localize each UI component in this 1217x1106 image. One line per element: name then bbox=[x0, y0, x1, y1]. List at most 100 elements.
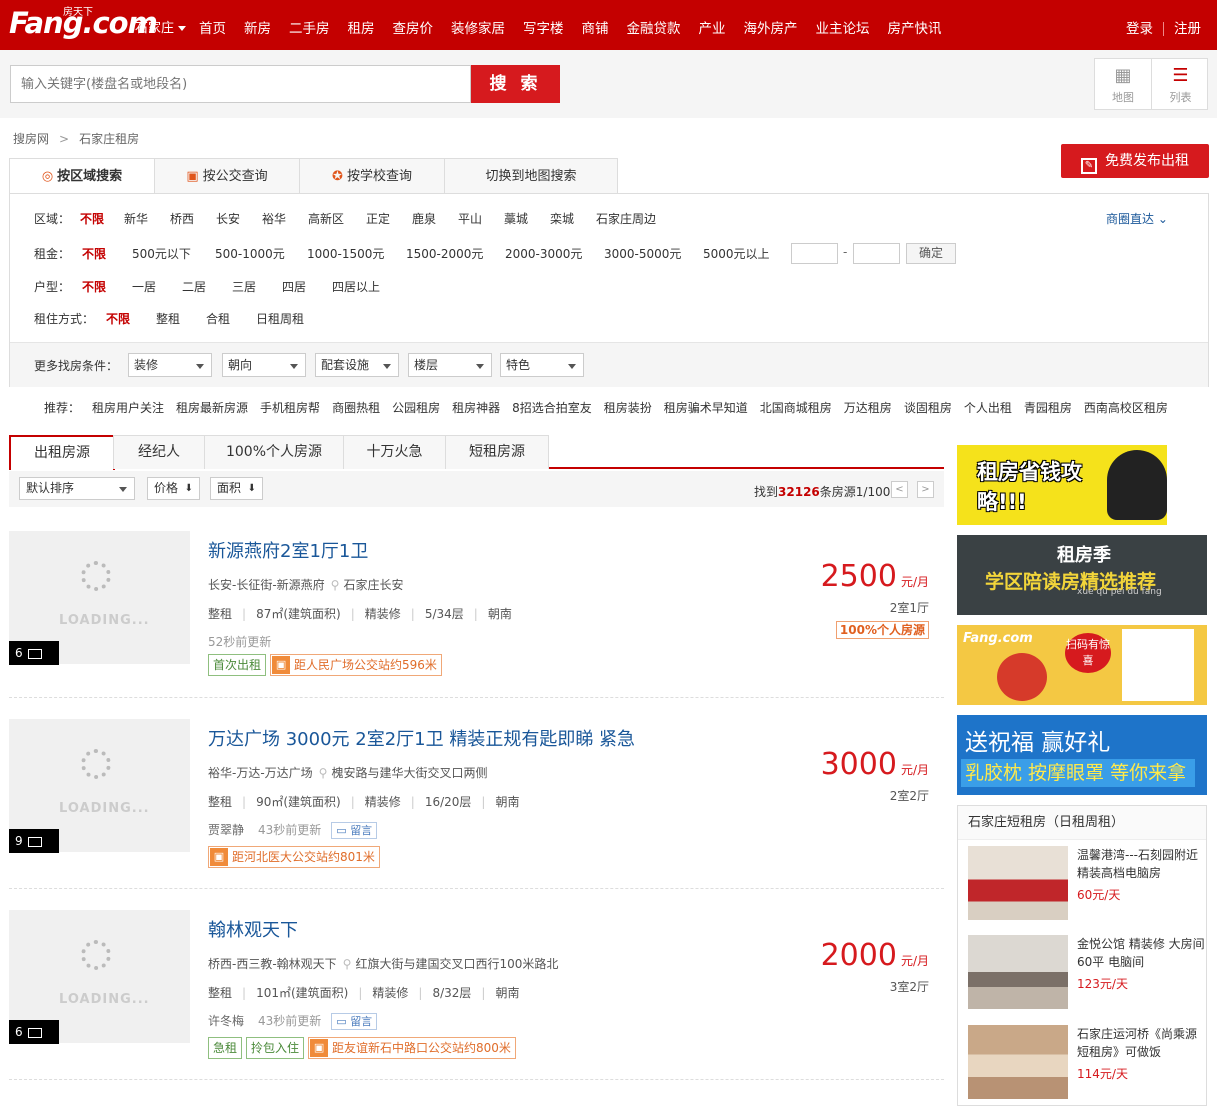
sort-dropdown[interactable]: 默认排序 bbox=[19, 477, 135, 500]
filter-option[interactable]: 裕华 bbox=[262, 210, 286, 227]
recommend-link[interactable]: 租房骗术早知道 bbox=[664, 401, 748, 415]
tab-map-search[interactable]: 切换到地图搜索 bbox=[444, 158, 618, 194]
rent-confirm-button[interactable]: 确定 bbox=[906, 243, 956, 264]
floor-dropdown[interactable]: 楼层 bbox=[408, 353, 492, 377]
nav-item[interactable]: 首页 bbox=[199, 17, 226, 37]
filter-option[interactable]: 桥西 bbox=[170, 210, 194, 227]
nav-item[interactable]: 写字楼 bbox=[523, 17, 564, 37]
filter-option[interactable]: 1500-2000元 bbox=[406, 245, 483, 262]
filter-option[interactable]: 二居 bbox=[182, 278, 206, 295]
room-photo[interactable] bbox=[968, 1025, 1068, 1099]
filter-option[interactable]: 三居 bbox=[232, 278, 256, 295]
nav-item[interactable]: 查房价 bbox=[393, 17, 434, 37]
search-button[interactable]: 搜 索 bbox=[471, 65, 560, 103]
listing-title[interactable]: 新源燕府2室1厅1卫 bbox=[208, 537, 368, 563]
ad-banner-school-district[interactable]: 租房季 学区陪读房精选推荐 xue qu pei du fang bbox=[957, 535, 1207, 615]
filter-option[interactable]: 鹿泉 bbox=[412, 210, 436, 227]
nav-item[interactable]: 产业 bbox=[699, 17, 726, 37]
publish-rent-button[interactable]: ✎ 免费发布出租 bbox=[1061, 144, 1209, 178]
ad-banner-qrcode[interactable]: Fang.com 扫码有惊喜 bbox=[957, 625, 1207, 705]
filter-option[interactable]: 2000-3000元 bbox=[505, 245, 582, 262]
room-photo[interactable] bbox=[968, 935, 1068, 1009]
message-button[interactable]: ▭ 留言 bbox=[331, 822, 378, 839]
rent-max-input[interactable] bbox=[853, 243, 900, 264]
listing-card[interactable]: LOADING... 6 新源燕府2室1厅1卫 长安-长征街-新源燕府 ⚲ 石家庄长安… bbox=[9, 531, 944, 698]
recommend-link[interactable]: 青园租房 bbox=[1024, 401, 1072, 415]
filter-option[interactable]: 四居以上 bbox=[332, 278, 380, 295]
nav-item[interactable]: 业主论坛 bbox=[816, 17, 870, 37]
tab-urgent[interactable]: 十万火急 bbox=[343, 435, 446, 469]
filter-option[interactable]: 不限 bbox=[106, 310, 130, 327]
recommend-link[interactable]: 万达租房 bbox=[844, 401, 892, 415]
nav-item[interactable]: 海外房产 bbox=[744, 17, 798, 37]
nav-item[interactable]: 房产快讯 bbox=[888, 17, 942, 37]
register-link[interactable]: 注册 bbox=[1174, 21, 1201, 37]
short-rent-name[interactable]: 金悦公馆 精装修 大房间60平 电脑间 bbox=[1077, 935, 1205, 971]
recommend-link[interactable]: 个人出租 bbox=[964, 401, 1012, 415]
filter-option[interactable]: 3000-5000元 bbox=[604, 245, 681, 262]
search-input[interactable] bbox=[10, 65, 471, 103]
filter-option[interactable]: 整租 bbox=[156, 310, 180, 327]
tab-personal[interactable]: 100%个人房源 bbox=[204, 435, 344, 469]
room-photo[interactable] bbox=[968, 846, 1068, 920]
filter-option[interactable]: 正定 bbox=[366, 210, 390, 227]
ad-banner-gift[interactable]: 送祝福 赢好礼 乳胶枕 按摩眼罩 等你来拿 bbox=[957, 715, 1207, 795]
message-button[interactable]: ▭ 留言 bbox=[331, 1013, 378, 1030]
nav-item[interactable]: 租房 bbox=[348, 17, 375, 37]
filter-option[interactable]: 长安 bbox=[216, 210, 240, 227]
filter-option[interactable]: 合租 bbox=[206, 310, 230, 327]
recommend-link[interactable]: 商圈热租 bbox=[332, 401, 380, 415]
tab-school-search[interactable]: ✪ 按学校查询 bbox=[299, 158, 445, 194]
listing-photo[interactable]: LOADING... 6 bbox=[9, 531, 190, 665]
filter-option[interactable]: 石家庄周边 bbox=[596, 210, 656, 227]
filter-option[interactable]: 新华 bbox=[124, 210, 148, 227]
short-rent-item[interactable]: 金悦公馆 精装修 大房间60平 电脑间 123元/天 bbox=[968, 935, 1205, 1013]
recommend-link[interactable]: 租房用户关注 bbox=[92, 401, 164, 415]
login-link[interactable]: 登录 bbox=[1126, 21, 1153, 37]
listing-district[interactable]: 桥西-西三教-翰林观天下 bbox=[208, 957, 337, 971]
breadcrumb-current[interactable]: 石家庄租房 bbox=[79, 132, 139, 146]
filter-option[interactable]: 平山 bbox=[458, 210, 482, 227]
nav-item[interactable]: 装修家居 bbox=[451, 17, 505, 37]
short-rent-item[interactable]: 温馨港湾---石刻园附近精装高档电脑房 60元/天 bbox=[968, 846, 1203, 924]
rent-min-input[interactable] bbox=[791, 243, 838, 264]
nav-item[interactable]: 新房 bbox=[244, 17, 271, 37]
facilities-dropdown[interactable]: 配套设施 bbox=[315, 353, 399, 377]
filter-option[interactable]: 不限 bbox=[82, 245, 106, 262]
feature-dropdown[interactable]: 特色 bbox=[500, 353, 584, 377]
recommend-link[interactable]: 租房装扮 bbox=[604, 401, 652, 415]
recommend-link[interactable]: 手机租房帮 bbox=[260, 401, 320, 415]
tab-bus-search[interactable]: ▣ 按公交查询 bbox=[154, 158, 300, 194]
filter-option[interactable]: 不限 bbox=[80, 210, 104, 227]
prev-page-button[interactable]: < bbox=[891, 481, 908, 498]
listing-photo[interactable]: LOADING... 9 bbox=[9, 719, 190, 853]
decoration-dropdown[interactable]: 装修 bbox=[128, 353, 212, 377]
filter-option[interactable]: 不限 bbox=[82, 278, 106, 295]
filter-option[interactable]: 5000元以上 bbox=[703, 245, 770, 262]
listing-district[interactable]: 裕华-万达-万达广场 bbox=[208, 766, 313, 780]
filter-option[interactable]: 1000-1500元 bbox=[307, 245, 384, 262]
agent-name[interactable]: 贾翠静 bbox=[208, 823, 244, 837]
listing-card[interactable]: LOADING... 6 翰林观天下 桥西-西三教-翰林观天下 ⚲ 红旗大街与建国交叉… bbox=[9, 910, 944, 1080]
filter-option[interactable]: 四居 bbox=[282, 278, 306, 295]
next-page-button[interactable]: > bbox=[917, 481, 934, 498]
recommend-link[interactable]: 谈固租房 bbox=[904, 401, 952, 415]
filter-option[interactable]: 500元以下 bbox=[132, 245, 191, 262]
ad-banner-rent-tips[interactable]: 租房省钱攻略!!! bbox=[957, 445, 1207, 525]
tab-rentals[interactable]: 出租房源 bbox=[9, 435, 115, 470]
filter-option[interactable]: 高新区 bbox=[308, 210, 344, 227]
listing-photo[interactable]: LOADING... 6 bbox=[9, 910, 190, 1044]
listing-card[interactable]: LOADING... 9 万达广场 3000元 2室2厅1卫 精装正规有匙即睇 紧… bbox=[9, 719, 944, 889]
agent-name[interactable]: 许冬梅 bbox=[208, 1014, 244, 1028]
filter-option[interactable]: 一居 bbox=[132, 278, 156, 295]
tab-area-search[interactable]: ◎ 按区域搜索 bbox=[9, 158, 155, 194]
recommend-link[interactable]: 公园租房 bbox=[392, 401, 440, 415]
filter-option[interactable]: 藁城 bbox=[504, 210, 528, 227]
nav-item[interactable]: 金融贷款 bbox=[627, 17, 681, 37]
tab-short-rent[interactable]: 短租房源 bbox=[445, 435, 549, 469]
listing-title[interactable]: 万达广场 3000元 2室2厅1卫 精装正规有匙即睇 紧急 bbox=[208, 725, 635, 751]
sort-area-button[interactable]: 面积 ⬇ bbox=[210, 477, 263, 500]
nav-item[interactable]: 商铺 bbox=[582, 17, 609, 37]
short-rent-item[interactable]: 石家庄运河桥《尚乘源短租房》可做饭 114元/天 bbox=[968, 1025, 1203, 1103]
nav-item[interactable]: 二手房 bbox=[289, 17, 330, 37]
